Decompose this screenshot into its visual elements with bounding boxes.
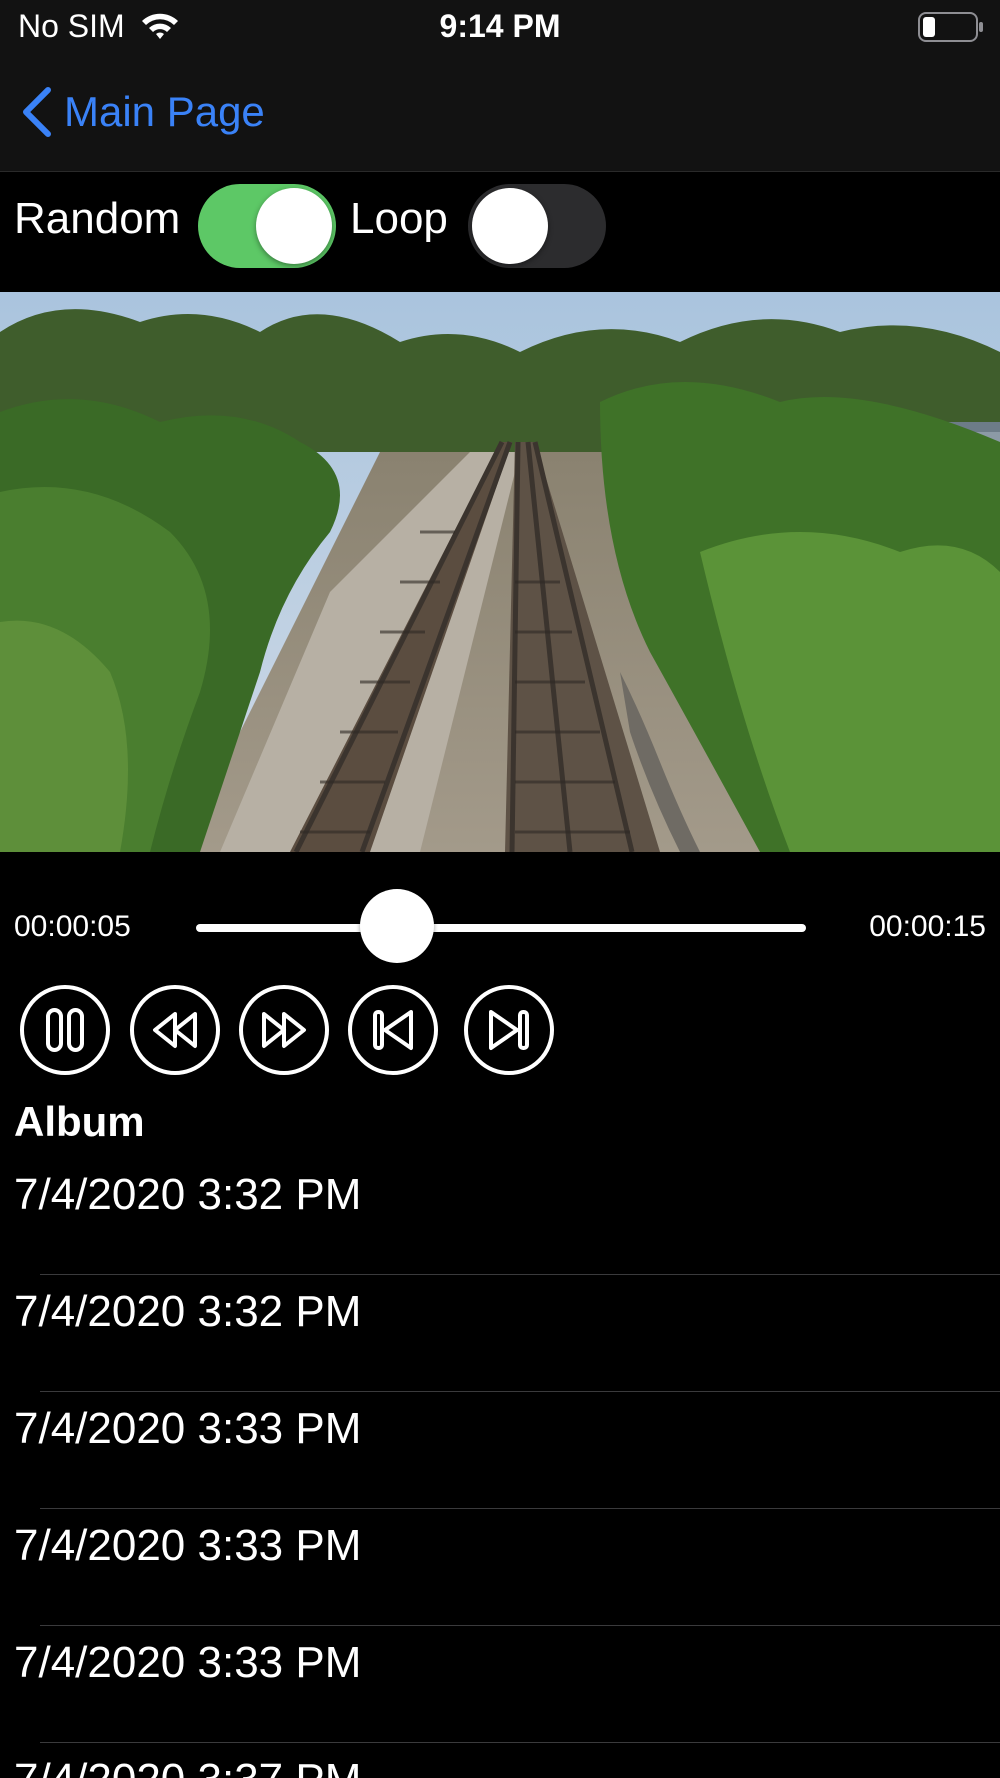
fast-forward-icon [239,985,329,1075]
battery-low-icon [918,12,984,42]
playback-slider[interactable] [196,924,806,932]
toggles-row: Random Loop [0,172,1000,292]
previous-track-button[interactable] [347,984,439,1076]
pause-button[interactable] [19,984,111,1076]
progress-row: 00:00:05 00:00:15 [0,880,1000,976]
controls-row [0,984,1000,1080]
list-item[interactable]: 7/4/2020 3:33 PM [0,1509,1000,1626]
list-item-label: 7/4/2020 3:32 PM [14,1170,362,1219]
random-toggle[interactable] [198,184,336,268]
loop-label: Loop [350,194,448,243]
list-item[interactable]: 7/4/2020 3:37 PM [0,1743,1000,1778]
list-item-label: 7/4/2020 3:33 PM [14,1521,362,1570]
album-list: 7/4/2020 3:32 PM 7/4/2020 3:32 PM 7/4/20… [0,1158,1000,1778]
random-label: Random [14,194,181,243]
skip-back-icon [348,985,438,1075]
list-item[interactable]: 7/4/2020 3:33 PM [0,1626,1000,1743]
skip-forward-icon [464,985,554,1075]
toggle-knob [256,188,332,264]
list-item[interactable]: 7/4/2020 3:32 PM [0,1158,1000,1275]
next-track-button[interactable] [463,984,555,1076]
status-time: 9:14 PM [439,8,561,44]
nav-bar: Main Page [0,56,1000,172]
video-frame[interactable] [0,292,1000,852]
video-image [0,292,1000,852]
toggle-knob [472,188,548,264]
fast-forward-button[interactable] [238,984,330,1076]
list-item-label: 7/4/2020 3:33 PM [14,1404,362,1453]
total-time: 00:00:15 [869,910,986,943]
back-label: Main Page [64,88,265,135]
slider-thumb[interactable] [360,889,435,963]
list-item[interactable]: 7/4/2020 3:33 PM [0,1392,1000,1509]
list-item[interactable]: 7/4/2020 3:32 PM [0,1275,1000,1392]
rewind-button[interactable] [129,984,221,1076]
status-bar: No SIM 9:14 PM [0,0,1000,56]
album-title: Album [14,1098,145,1145]
back-button[interactable]: Main Page [20,86,265,138]
elapsed-time: 00:00:05 [14,910,131,943]
list-item-label: 7/4/2020 3:33 PM [14,1638,362,1687]
list-item-label: 7/4/2020 3:37 PM [14,1755,361,1778]
pause-icon [20,985,110,1075]
rewind-icon [130,985,220,1075]
chevron-left-icon [20,86,54,138]
loop-toggle[interactable] [468,184,606,268]
list-item-label: 7/4/2020 3:32 PM [14,1287,362,1336]
